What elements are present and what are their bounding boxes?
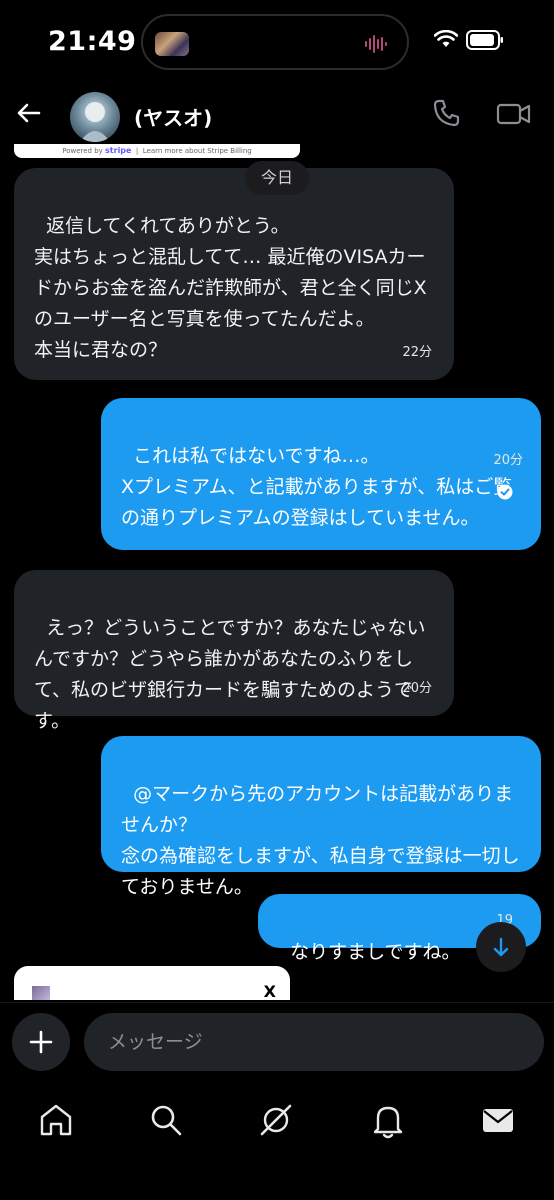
wifi-icon bbox=[434, 30, 458, 47]
date-divider: 今日 bbox=[245, 161, 310, 195]
contact-name[interactable]: (ヤスオ) bbox=[134, 102, 212, 131]
audio-waveform-icon bbox=[365, 35, 387, 53]
read-checkmark-icon bbox=[497, 484, 513, 499]
back-arrow-icon[interactable] bbox=[12, 96, 46, 130]
message-bubble-incoming[interactable]: 返信してくれてありがとう。 実はちょっと混乱してて… 最近俺のVISAカードから… bbox=[14, 168, 454, 380]
message-text: えっ？どういうことですか？あなたじゃないんですか？どうやら誰かがあなたのふりをし… bbox=[34, 617, 426, 732]
link-preview-card[interactable]: X bbox=[14, 966, 290, 1000]
messages-icon[interactable] bbox=[476, 1098, 520, 1142]
arrow-down-icon bbox=[493, 937, 509, 957]
card-thumbnail bbox=[32, 986, 50, 1000]
search-icon[interactable] bbox=[144, 1098, 188, 1142]
conversation-header: (ヤスオ) Powered by stripe | Learn more abo… bbox=[0, 84, 554, 158]
message-time: 22分 bbox=[402, 345, 432, 360]
battery-icon bbox=[466, 30, 503, 50]
status-bar: 21:49 bbox=[0, 0, 554, 84]
avatar[interactable] bbox=[70, 92, 120, 142]
stripe-billing-strip: Powered by stripe | Learn more about Str… bbox=[14, 144, 300, 158]
notifications-icon[interactable] bbox=[366, 1098, 410, 1142]
stripe-learn-more-link[interactable]: Learn more about Stripe Billing bbox=[143, 147, 252, 155]
grok-icon[interactable] bbox=[254, 1098, 298, 1142]
avatar-image bbox=[80, 102, 110, 142]
x-logo-icon: X bbox=[263, 982, 276, 1000]
bottom-navigation bbox=[0, 1082, 554, 1200]
now-playing-artwork bbox=[155, 32, 189, 56]
message-text: 返信してくれてありがとう。 実はちょっと混乱してて… 最近俺のVISAカードから… bbox=[34, 215, 427, 361]
add-attachment-button[interactable] bbox=[12, 1013, 70, 1071]
plus-icon bbox=[29, 1030, 53, 1054]
message-time: 20分 bbox=[402, 681, 432, 696]
message-time: 20分 bbox=[493, 453, 523, 468]
scroll-to-bottom-button[interactable] bbox=[476, 922, 526, 972]
home-icon[interactable] bbox=[34, 1098, 78, 1142]
message-text: @マークから先のアカウントは記載がありませんか？ 念の為確認をしますが、私自身で… bbox=[121, 783, 520, 898]
message-composer bbox=[0, 1002, 554, 1082]
dynamic-island[interactable] bbox=[141, 14, 409, 70]
stripe-powered-label: Powered by bbox=[62, 147, 103, 155]
message-bubble-outgoing[interactable]: @マークから先のアカウントは記載がありませんか？ 念の為確認をしますが、私自身で… bbox=[101, 736, 541, 898]
stripe-logo: stripe bbox=[105, 146, 132, 155]
status-time: 21:49 bbox=[48, 26, 137, 57]
message-input[interactable] bbox=[84, 1013, 544, 1071]
phone-icon[interactable] bbox=[430, 96, 464, 130]
message-text: これは私ではないですね…。 Xプレミアム、と記載がありますが、私はご覧の通りプレ… bbox=[121, 445, 513, 529]
message-text: なりすましですね。 bbox=[290, 941, 461, 963]
message-bubble-outgoing[interactable]: これは私ではないですね…。 Xプレミアム、と記載がありますが、私はご覧の通りプレ… bbox=[101, 398, 541, 550]
video-call-icon[interactable] bbox=[496, 98, 532, 130]
message-bubble-incoming[interactable]: えっ？どういうことですか？あなたじゃないんですか？どうやら誰かがあなたのふりをし… bbox=[14, 570, 454, 732]
